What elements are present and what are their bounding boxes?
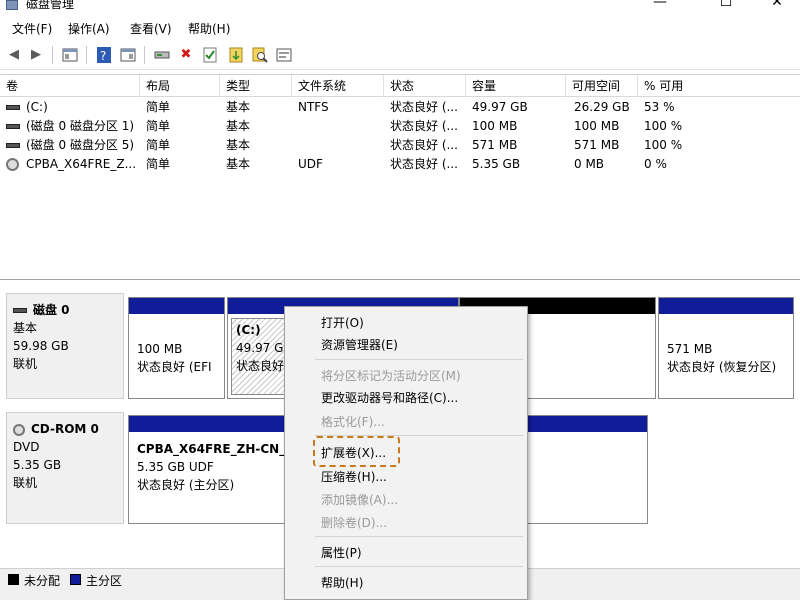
menu-mark-active[interactable]: 将分区标记为活动分区(M) [321, 368, 461, 384]
menu-shrink-volume[interactable]: 压缩卷(H)... [321, 469, 387, 485]
cd-rom-icon [13, 423, 25, 436]
menu-add-mirror[interactable]: 添加镜像(A)... [321, 492, 398, 508]
drive-icon [6, 105, 20, 110]
column-capacity[interactable]: 容量 [466, 75, 566, 97]
svg-text:?: ? [100, 49, 106, 63]
menu-format[interactable]: 格式化(F)... [321, 414, 385, 430]
table-row[interactable]: (磁盘 0 磁盘分区 1) 简单 基本 状态良好 (... 100 MB 100… [0, 117, 800, 136]
column-type[interactable]: 类型 [220, 75, 292, 97]
forward-arrow-icon[interactable]: ▶ [28, 47, 44, 63]
table-row[interactable]: (C:) 简单 基本 NTFS 状态良好 (... 49.97 GB 26.29… [0, 98, 800, 117]
column-volume[interactable]: 卷 [0, 75, 140, 97]
menu-properties[interactable]: 属性(P) [321, 545, 362, 561]
menu-separator [315, 359, 523, 360]
drive-icon [6, 143, 20, 148]
menu-help[interactable]: 帮助(H) [188, 20, 230, 37]
column-layout[interactable]: 布局 [140, 75, 220, 97]
help-icon[interactable]: ? [96, 47, 112, 63]
menu-view[interactable]: 查看(V) [130, 20, 172, 37]
properties-pane-icon[interactable] [120, 47, 136, 63]
column-free-space[interactable]: 可用空间 [566, 75, 638, 97]
search-icon[interactable] [252, 47, 268, 63]
menu-help-item[interactable]: 帮助(H) [321, 575, 363, 591]
import-icon[interactable] [228, 47, 244, 63]
legend-primary: 主分区 [86, 574, 123, 588]
partition-recovery[interactable]: 571 MB 状态良好 (恢复分区) [658, 297, 794, 399]
partition-efi[interactable]: 100 MB 状态良好 (EFI [128, 297, 225, 399]
cdrom0-label[interactable]: CD-ROM 0 DVD 5.35 GB 联机 [6, 412, 124, 524]
drive-icon [6, 124, 20, 129]
back-arrow-icon[interactable]: ◀ [6, 47, 22, 63]
menu-bar: 文件(F) 操作(A) 查看(V) 帮助(H) [0, 16, 800, 40]
disk0-label[interactable]: 磁盘 0 基本 59.98 GB 联机 [6, 293, 124, 399]
menu-open[interactable]: 打开(O) [321, 315, 364, 331]
menu-delete-volume[interactable]: 删除卷(D)... [321, 515, 387, 531]
settings-dialog-icon[interactable] [276, 47, 292, 63]
legend-unallocated: 未分配 [24, 574, 61, 588]
check-icon[interactable] [202, 47, 218, 63]
maximize-button[interactable]: ☐ [711, 0, 741, 10]
disk-icon [13, 308, 27, 313]
menu-action[interactable]: 操作(A) [68, 20, 110, 37]
unallocated-swatch [8, 574, 19, 585]
disk-management-icon [6, 0, 18, 10]
table-row[interactable]: CPBA_X64FRE_Z... 简单 基本 UDF 状态良好 (... 5.3… [0, 155, 800, 174]
menu-change-drive-letter[interactable]: 更改驱动器号和路径(C)... [321, 390, 458, 406]
menu-separator [315, 536, 523, 537]
menu-explorer[interactable]: 资源管理器(E) [321, 337, 398, 353]
toolbar: ◀ ▶ ? ✖ [0, 40, 800, 70]
primary-swatch [70, 574, 81, 585]
close-button[interactable]: ✕ [762, 0, 792, 10]
column-filesystem[interactable]: 文件系统 [292, 75, 384, 97]
volume-list: 卷 布局 类型 文件系统 状态 容量 可用空间 % 可用 (C:) 简单 基本 … [0, 74, 800, 280]
connect-disk-icon[interactable] [154, 47, 170, 63]
highlight-box [313, 436, 400, 467]
console-tree-icon[interactable] [62, 47, 78, 63]
cd-rom-icon [6, 158, 19, 171]
column-status[interactable]: 状态 [384, 75, 466, 97]
menu-file[interactable]: 文件(F) [12, 20, 52, 37]
menu-separator [315, 566, 523, 567]
title-bar: 磁盘管理 — ☐ ✕ [0, 0, 800, 16]
minimize-button[interactable]: — [645, 0, 675, 10]
volume-list-header: 卷 布局 类型 文件系统 状态 容量 可用空间 % 可用 [0, 75, 800, 97]
column-percent-free[interactable]: % 可用 [638, 75, 800, 97]
delete-icon[interactable]: ✖ [178, 47, 194, 63]
table-row[interactable]: (磁盘 0 磁盘分区 5) 简单 基本 状态良好 (... 571 MB 571… [0, 136, 800, 155]
window-title: 磁盘管理 [26, 0, 75, 11]
